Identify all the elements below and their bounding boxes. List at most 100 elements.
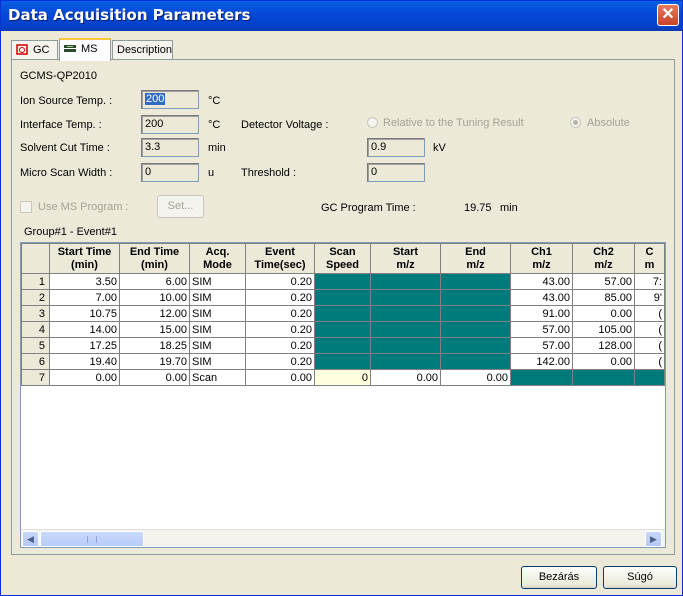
cell-start[interactable]: 17.25 bbox=[49, 337, 120, 354]
cell-end[interactable]: 10.00 bbox=[119, 289, 190, 306]
cell-emz[interactable] bbox=[440, 273, 511, 290]
cell-speed[interactable] bbox=[314, 273, 371, 290]
absolute-radio[interactable] bbox=[570, 117, 581, 128]
cell-end[interactable]: 6.00 bbox=[119, 273, 190, 290]
interface-temp-field[interactable]: 200 bbox=[141, 115, 199, 134]
cell-smz[interactable] bbox=[370, 337, 441, 354]
cell-mode[interactable]: SIM bbox=[189, 305, 246, 322]
cell-smz[interactable] bbox=[370, 289, 441, 306]
cell-mode[interactable]: Scan bbox=[189, 369, 246, 386]
cell-ch1[interactable]: 57.00 bbox=[510, 337, 573, 354]
cell-emz[interactable]: 0.00 bbox=[440, 369, 511, 386]
event-table-grid[interactable]: Start Time (min) End Time (min) Acq. Mode Even… bbox=[20, 242, 666, 548]
tab-gc[interactable]: GC bbox=[11, 40, 58, 60]
cell-event[interactable]: 0.20 bbox=[245, 289, 315, 306]
cell-mode[interactable]: SIM bbox=[189, 337, 246, 354]
set-button[interactable]: Set... bbox=[157, 195, 204, 218]
cell-speed[interactable] bbox=[314, 321, 371, 338]
row-number[interactable]: 2 bbox=[21, 289, 50, 306]
cell-speed[interactable]: 0 bbox=[314, 369, 371, 386]
tab-ms[interactable]: MS bbox=[59, 38, 111, 61]
cell-ch3[interactable]: ( bbox=[634, 353, 665, 370]
cell-emz[interactable] bbox=[440, 305, 511, 322]
cell-ch1[interactable]: 142.00 bbox=[510, 353, 573, 370]
cell-smz[interactable] bbox=[370, 353, 441, 370]
row-number[interactable]: 6 bbox=[21, 353, 50, 370]
scroll-left-icon[interactable]: ◀ bbox=[22, 531, 39, 547]
cell-end[interactable]: 15.00 bbox=[119, 321, 190, 338]
empty-cell bbox=[120, 434, 190, 450]
cell-event[interactable]: 0.20 bbox=[245, 273, 315, 290]
cell-event[interactable]: 0.20 bbox=[245, 337, 315, 354]
cell-start[interactable]: 3.50 bbox=[49, 273, 120, 290]
cell-ch2[interactable]: 57.00 bbox=[572, 273, 635, 290]
cell-ch2[interactable]: 0.00 bbox=[572, 353, 635, 370]
cell-end[interactable]: 12.00 bbox=[119, 305, 190, 322]
row-number[interactable]: 3 bbox=[21, 305, 50, 322]
cell-ch1[interactable]: 57.00 bbox=[510, 321, 573, 338]
cell-speed[interactable] bbox=[314, 353, 371, 370]
cell-end[interactable]: 18.25 bbox=[119, 337, 190, 354]
cell-start[interactable]: 0.00 bbox=[49, 369, 120, 386]
cell-ch1[interactable]: 43.00 bbox=[510, 289, 573, 306]
cell-mode[interactable]: SIM bbox=[189, 273, 246, 290]
cell-ch2[interactable] bbox=[572, 369, 635, 386]
cell-speed[interactable] bbox=[314, 337, 371, 354]
cell-end[interactable]: 19.70 bbox=[119, 353, 190, 370]
row-number[interactable]: 5 bbox=[21, 337, 50, 354]
cell-smz[interactable]: 0.00 bbox=[370, 369, 441, 386]
cell-start[interactable]: 19.40 bbox=[49, 353, 120, 370]
cell-mode[interactable]: SIM bbox=[189, 289, 246, 306]
relative-radio[interactable] bbox=[367, 117, 378, 128]
row-number[interactable]: 1 bbox=[21, 273, 50, 290]
cell-smz[interactable] bbox=[370, 321, 441, 338]
cell-emz[interactable] bbox=[440, 289, 511, 306]
cell-ch3[interactable]: 9' bbox=[634, 289, 665, 306]
cell-end[interactable]: 0.00 bbox=[119, 369, 190, 386]
cell-mode[interactable]: SIM bbox=[189, 321, 246, 338]
cell-emz[interactable] bbox=[440, 353, 511, 370]
cell-ch3[interactable] bbox=[634, 369, 665, 386]
close-button[interactable]: Bezárás bbox=[521, 566, 597, 589]
cell-ch1[interactable]: 91.00 bbox=[510, 305, 573, 322]
cell-event[interactable]: 0.20 bbox=[245, 353, 315, 370]
cell-ch3[interactable]: ( bbox=[634, 321, 665, 338]
horizontal-scrollbar[interactable]: ◀ ▶ bbox=[21, 529, 665, 547]
cell-start[interactable]: 10.75 bbox=[49, 305, 120, 322]
title-bar[interactable]: Data Acquisition Parameters ✕ bbox=[1, 1, 682, 31]
solvent-cut-field[interactable]: 3.3 bbox=[141, 138, 199, 157]
cell-smz[interactable] bbox=[370, 273, 441, 290]
close-icon[interactable]: ✕ bbox=[657, 4, 679, 26]
cell-emz[interactable] bbox=[440, 321, 511, 338]
cell-ch3[interactable]: ( bbox=[634, 305, 665, 322]
cell-ch2[interactable]: 105.00 bbox=[572, 321, 635, 338]
ion-source-temp-field[interactable]: 200 bbox=[141, 90, 199, 109]
micro-scan-width-field[interactable]: 0 bbox=[141, 163, 199, 182]
threshold-field[interactable]: 0 bbox=[367, 163, 425, 182]
cell-emz[interactable] bbox=[440, 337, 511, 354]
cell-ch1[interactable] bbox=[510, 369, 573, 386]
help-button[interactable]: Súgó bbox=[603, 566, 677, 589]
detector-voltage-field[interactable]: 0.9 bbox=[367, 138, 425, 157]
cell-start[interactable]: 7.00 bbox=[49, 289, 120, 306]
row-number[interactable]: 4 bbox=[21, 321, 50, 338]
cell-start[interactable]: 14.00 bbox=[49, 321, 120, 338]
cell-ch2[interactable]: 0.00 bbox=[572, 305, 635, 322]
scroll-right-icon[interactable]: ▶ bbox=[645, 531, 662, 547]
cell-speed[interactable] bbox=[314, 289, 371, 306]
cell-event[interactable]: 0.20 bbox=[245, 321, 315, 338]
cell-ch1[interactable]: 43.00 bbox=[510, 273, 573, 290]
row-number[interactable]: 7 bbox=[21, 369, 50, 386]
cell-ch3[interactable]: ( bbox=[634, 337, 665, 354]
cell-event[interactable]: 0.00 bbox=[245, 369, 315, 386]
cell-smz[interactable] bbox=[370, 305, 441, 322]
cell-mode[interactable]: SIM bbox=[189, 353, 246, 370]
cell-event[interactable]: 0.20 bbox=[245, 305, 315, 322]
cell-ch2[interactable]: 85.00 bbox=[572, 289, 635, 306]
scroll-thumb[interactable] bbox=[40, 531, 144, 547]
tab-description[interactable]: Description bbox=[112, 40, 173, 60]
use-ms-program-checkbox[interactable] bbox=[20, 201, 32, 213]
cell-ch3[interactable]: 7: bbox=[634, 273, 665, 290]
cell-ch2[interactable]: 128.00 bbox=[572, 337, 635, 354]
cell-speed[interactable] bbox=[314, 305, 371, 322]
